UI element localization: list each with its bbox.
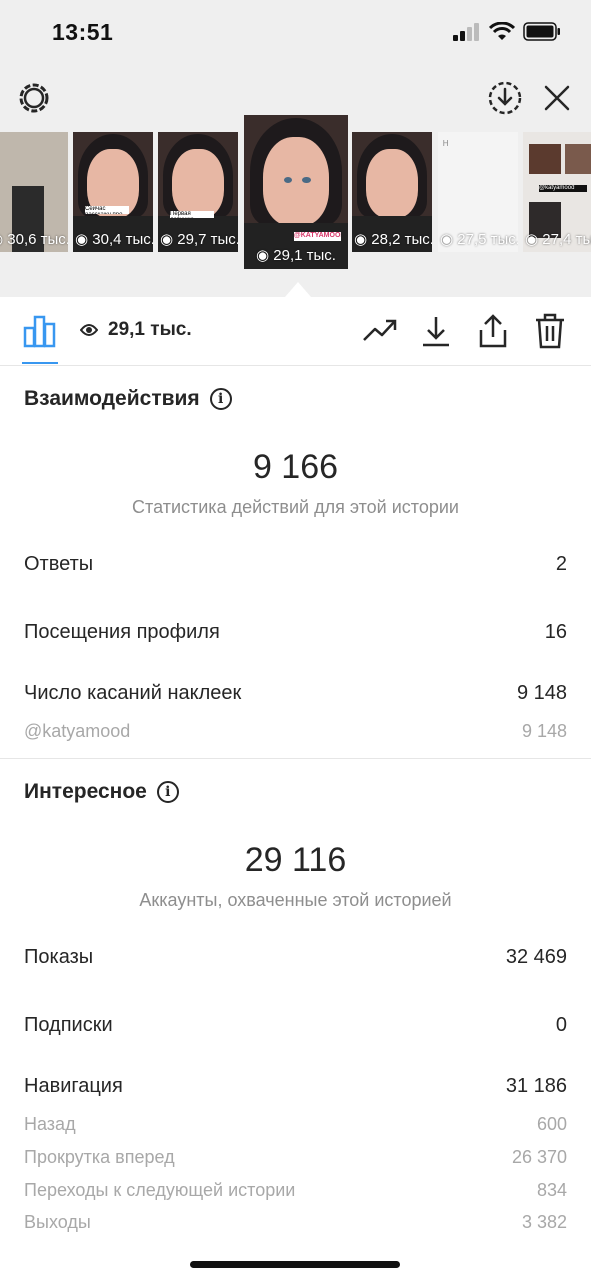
story-thumbnail[interactable]: @katyamood ◉ 27,4 тыс. [523,132,591,252]
views-value: 29,1 тыс. [108,319,192,340]
interactions-section-title: Взаимодействия i [24,387,232,411]
stat-label: Навигация [24,1075,123,1097]
stat-subrow-sticker-mention: @katyamood 9 148 [24,721,567,742]
interactions-total: 9 166 [252,448,339,486]
discovery-caption: Аккаунты, охваченные этой историей [139,890,452,910]
stat-label: Подписки [24,1014,113,1036]
stat-row-profile-visits: Посещения профиля 16 [24,621,567,644]
stat-label: Ответы [24,553,94,575]
story-strip: ◉ 30,6 тыс. Сейчас расскажу про ◉ 30,4 т… [0,115,591,270]
story-views-label: ◉ 30,6 тыс. [0,231,68,248]
stat-value: 3 382 [521,1212,567,1232]
stat-value: 834 [536,1180,567,1200]
eye-icon [80,324,98,336]
stat-subrow-back: Назад 600 [24,1114,567,1135]
story-views-label: ◉ 29,1 тыс. [256,247,336,264]
stat-subrow-exits: Выходы 3 382 [24,1212,567,1233]
stat-value: 9 148 [521,721,567,741]
stat-value: 600 [536,1114,567,1134]
insights-tab[interactable] [20,311,60,351]
download-button[interactable] [416,311,456,351]
story-preview-area: 13:51 30,6 тыс. Сейчас ◉ 30,4 тыс. Перва… [0,0,591,297]
story-thumbnail[interactable]: Сейчас расскажу про ◉ 30,4 тыс. [73,132,153,252]
views-count[interactable]: 29,1 тыс. [80,319,192,341]
stat-value: 9 148 [516,682,567,704]
status-bar: 13:51 [0,0,591,66]
stat-row-navigation: Навигация 31 186 [24,1075,567,1098]
share-button[interactable] [473,311,513,351]
stat-row-replies: Ответы 2 [24,553,567,576]
battery-icon [523,22,560,41]
interactions-caption: Статистика действий для этой истории [132,497,459,517]
story-views-label: ◉ 27,4 тыс. [525,231,591,248]
stat-value: 0 [555,1014,567,1036]
bar-chart-icon [23,315,56,348]
story-thumbnail[interactable]: ◉ 28,2 тыс. [352,132,432,252]
story-views-label: ◉ 27,5 тыс. [440,231,518,248]
section-divider [0,758,591,759]
stat-row-impressions: Показы 32 469 [24,946,567,969]
story-action-bar: 29,1 тыс. [0,297,591,366]
close-button[interactable] [537,78,577,118]
stat-label: @katyamood [24,721,131,741]
signal-icon [453,22,479,41]
story-views-label: ◉ 30,4 тыс. [75,231,153,248]
info-icon[interactable]: i [209,388,232,410]
stat-label: Переходы к следующей истории [24,1180,296,1200]
stat-value: 2 [555,553,567,575]
active-tab-indicator [22,362,58,364]
status-icons [453,22,561,41]
stat-label: Прокрутка вперед [24,1147,175,1167]
download-circle-icon [488,81,522,115]
stat-label: Посещения профиля [24,621,220,643]
stat-label: Число касаний наклеек [24,682,242,704]
trash-icon [536,313,564,349]
trending-up-icon [363,319,397,341]
settings-button[interactable] [14,78,54,118]
story-thumbnail[interactable]: Первая девушка ◉ 29,7 тыс. [158,132,238,252]
stat-value: 31 186 [505,1075,567,1097]
stat-label: Показы [24,946,94,968]
home-indicator[interactable] [190,1261,400,1268]
share-icon [479,314,507,348]
discovery-total: 29 116 [244,841,347,879]
selected-story-caret [285,282,311,297]
download-icon [423,317,449,347]
gear-icon [19,83,49,113]
stat-value: 16 [544,621,567,643]
story-thumbnail-selected[interactable]: @KATYAMOOD ◉ 29,1 тыс. [244,115,348,269]
status-time: 13:51 [52,19,114,45]
delete-button[interactable] [530,311,570,351]
info-icon[interactable]: i [156,781,179,803]
stat-value: 32 469 [505,946,567,968]
stat-subrow-forward: Прокрутка вперед 26 370 [24,1147,567,1168]
story-thumbnail[interactable]: ◉ 30,6 тыс. [0,132,68,252]
stat-label: Выходы [24,1212,91,1232]
stat-subrow-next-story: Переходы к следующей истории 834 [24,1180,567,1201]
wifi-icon [489,22,515,40]
discovery-title-text: Интересное [24,780,147,803]
stat-row-sticker-taps: Число касаний наклеек 9 148 [24,682,567,705]
stat-label: Назад [24,1114,76,1134]
story-thumbnail[interactable]: Н ◉ 27,5 тыс. [438,132,518,252]
discovery-section-title: Интересное i [24,780,179,804]
stat-value: 26 370 [511,1147,567,1167]
promote-button[interactable] [360,311,400,351]
download-all-button[interactable] [485,78,525,118]
interactions-title-text: Взаимодействия [24,387,200,410]
close-icon [544,85,570,111]
story-views-label: ◉ 29,7 тыс. [160,231,238,248]
stat-row-follows: Подписки 0 [24,1014,567,1037]
story-views-label: ◉ 28,2 тыс. [354,231,432,248]
